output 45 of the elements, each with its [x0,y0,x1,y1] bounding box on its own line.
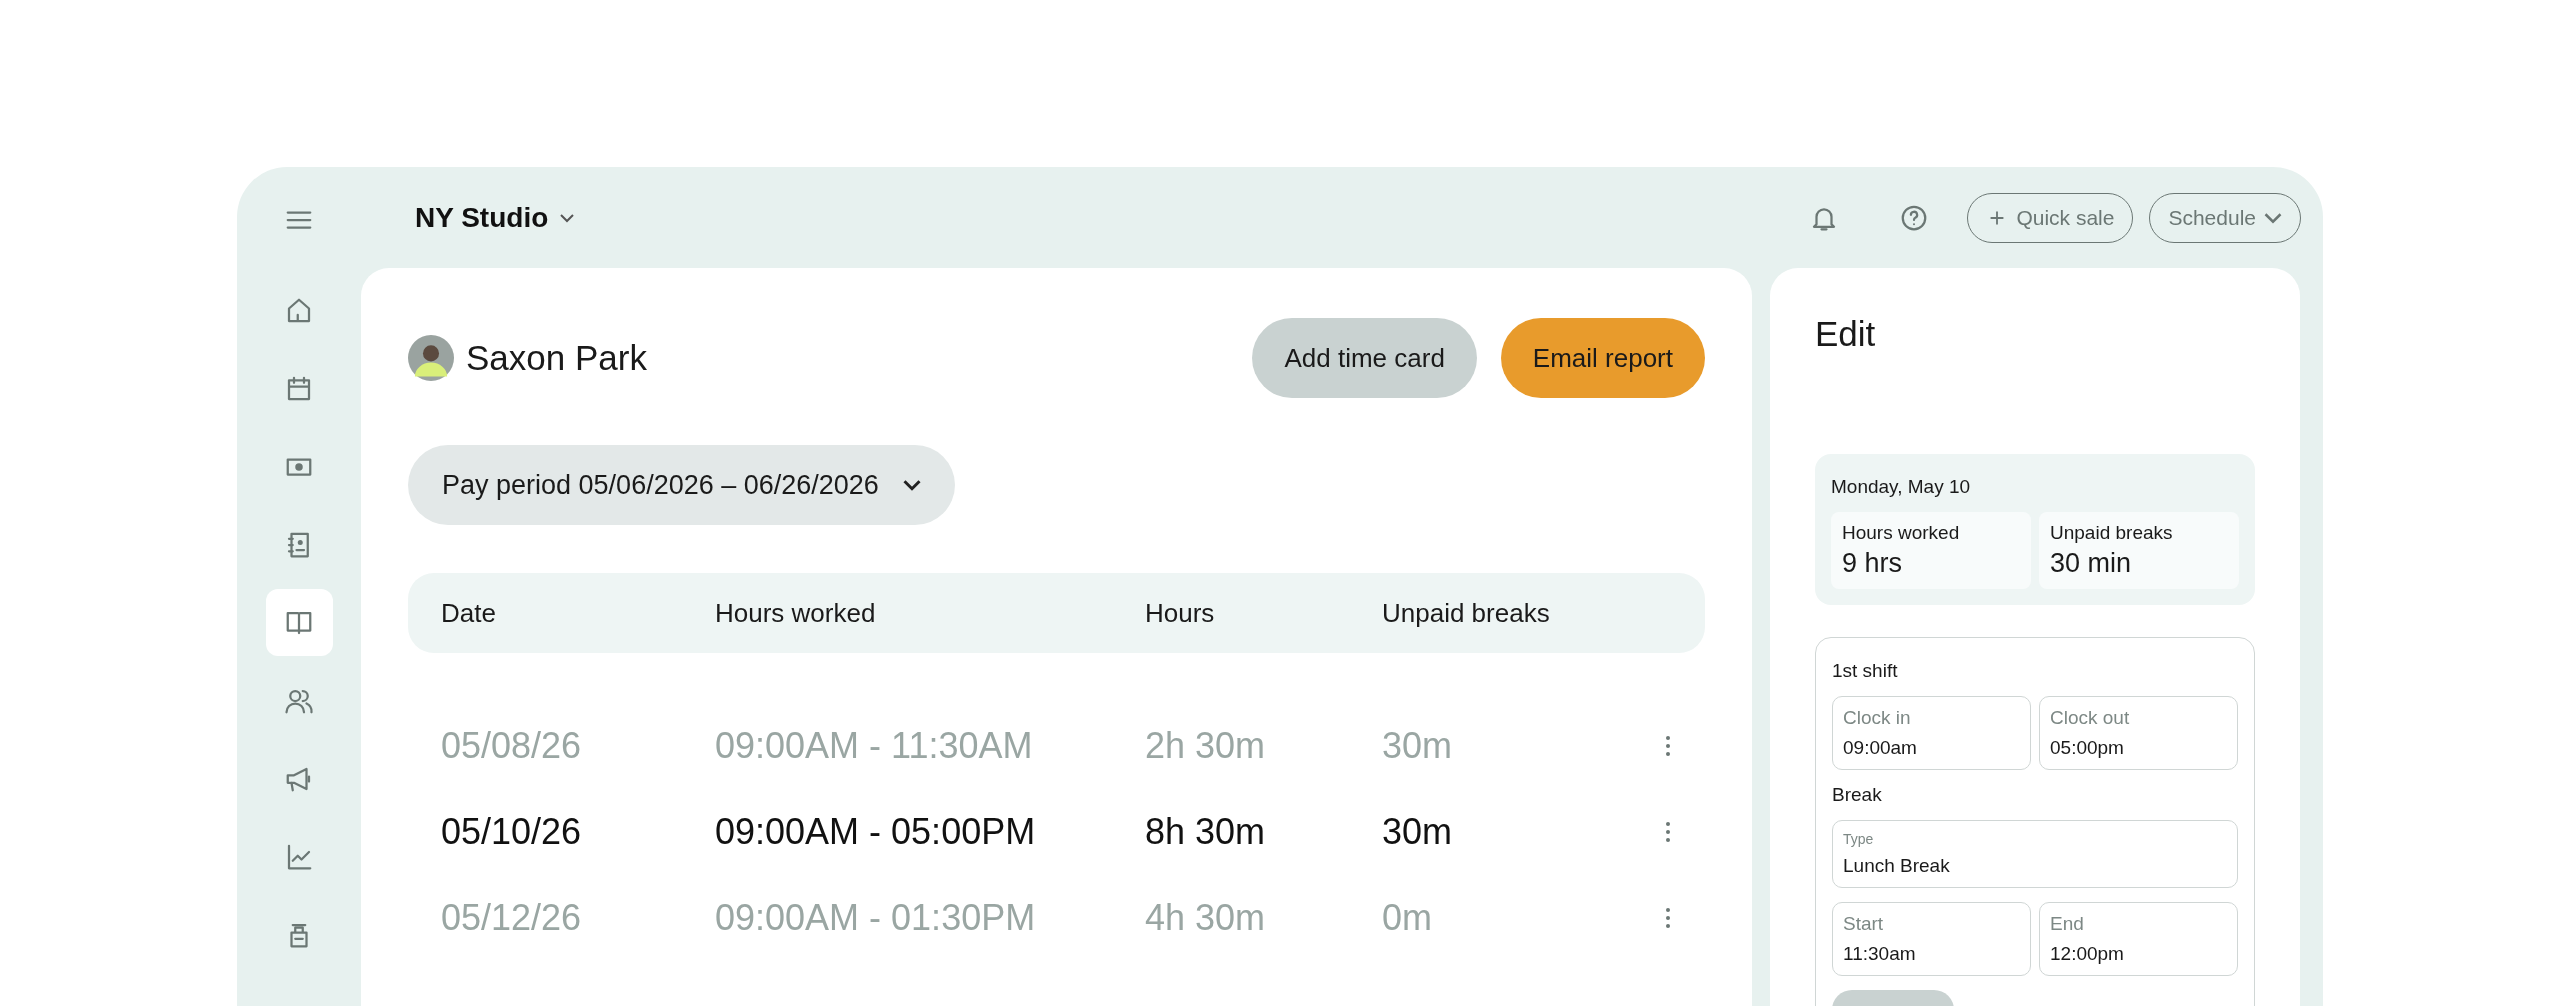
stat-value: 30 min [2050,548,2133,579]
stat-label: Hours worked [1842,522,1961,544]
section-title: 1st shift [1832,660,1899,682]
stat-label: Unpaid breaks [2050,522,2174,544]
panel-title: Edit [1815,314,1877,354]
time-field[interactable]: Clock in 09:00am [1832,696,2031,770]
avatar [408,335,454,381]
location-dropdown[interactable]: NY Studio [415,201,575,234]
chevron-down-icon [560,213,575,222]
column-header: Date [441,597,497,629]
more-options-icon[interactable] [1665,733,1671,759]
schedule-dropdown[interactable]: Schedule [2149,192,2301,243]
quick-sale-button[interactable]: Quick sale [1967,192,2134,243]
breaks-cell-text: 30m [1382,725,1454,767]
breaks-cell-text: 0m [1382,897,1433,939]
time-range-cell-text: 09:00AM - 01:30PM [715,897,1037,939]
more-options-icon[interactable] [1665,819,1671,845]
column-header: Hours worked [715,597,877,629]
column-header: Unpaid breaks [1382,597,1551,629]
hours-cell-text: 2h 30m [1145,725,1267,767]
table-row[interactable]: 05/10/26 09:00AM - 05:00PM 8h 30m 30m [408,789,1705,875]
time-range-cell-text: 09:00AM - 05:00PM [715,811,1037,853]
date-cell-text: 05/08/26 [441,725,583,767]
email-report-button[interactable]: Email report [1500,318,1705,398]
section-title: Break [1832,784,1883,806]
employee-name: Saxon Park [466,338,647,378]
pay-period-dropdown[interactable]: Pay period 05/06/2026 – 06/26/2026 [408,445,955,525]
stat-value: 9 hrs [1842,548,1904,579]
day-label: Monday, May 10 [1831,476,1972,498]
breaks-cell-text: 30m [1382,811,1454,853]
more-options-icon[interactable] [1665,905,1671,931]
time-field[interactable]: End 12:00pm [2039,902,2238,976]
add-time-card-button[interactable]: Add time card [1252,318,1477,398]
column-header: Hours [1145,597,1216,629]
time-field[interactable]: Clock out 05:00pm [2039,696,2238,770]
chevron-down-icon [2264,212,2282,223]
chevron-down-icon [902,480,921,490]
hours-cell-text: 4h 30m [1145,897,1267,939]
break-type-field[interactable]: Type Lunch Break [1832,820,2238,888]
date-cell-text: 05/12/26 [441,897,583,939]
date-cell-text: 05/10/26 [441,811,583,853]
time-field[interactable]: Start 11:30am [1832,902,2031,976]
time-range-cell-text: 09:00AM - 11:30AM [715,725,1034,767]
nav-item[interactable] [265,589,333,656]
hours-cell-text: 8h 30m [1145,811,1267,853]
